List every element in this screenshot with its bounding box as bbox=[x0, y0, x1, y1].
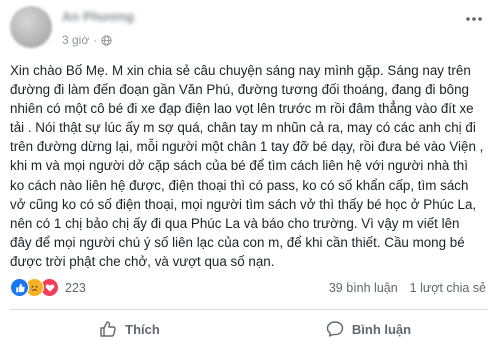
more-options-icon[interactable] bbox=[464, 12, 484, 26]
like-label: Thích bbox=[125, 321, 160, 337]
post-text: Xin chào Bố Mẹ. M xin chia sẻ câu chuyện… bbox=[10, 63, 484, 269]
thumbs-up-icon bbox=[100, 321, 116, 337]
reaction-count[interactable]: 223 bbox=[65, 281, 86, 295]
divider bbox=[10, 309, 488, 310]
comment-count[interactable]: 39 bình luận bbox=[329, 281, 398, 295]
avatar[interactable] bbox=[10, 6, 52, 48]
comment-icon bbox=[326, 321, 344, 337]
post-meta: 3 giờ · bbox=[62, 33, 112, 47]
globe-icon bbox=[101, 34, 112, 46]
post-card: An Phương 3 giờ · Xin chào Bố Mẹ. M xin … bbox=[0, 0, 498, 351]
reactions-summary[interactable]: 223 bbox=[10, 278, 86, 297]
action-bar: Thích Bình luận bbox=[10, 312, 488, 346]
like-icon bbox=[10, 278, 29, 297]
meta-separator: · bbox=[93, 33, 98, 47]
like-button[interactable]: Thích bbox=[10, 312, 249, 346]
engagement-stats: 39 bình luận 1 lượt chia sẻ bbox=[329, 281, 486, 295]
comment-label: Bình luận bbox=[351, 321, 412, 337]
comment-button[interactable]: Bình luận bbox=[249, 312, 488, 346]
share-count[interactable]: 1 lượt chia sẻ bbox=[410, 281, 486, 295]
timestamp[interactable]: 3 giờ bbox=[62, 33, 89, 47]
author-name[interactable]: An Phương bbox=[62, 9, 134, 24]
